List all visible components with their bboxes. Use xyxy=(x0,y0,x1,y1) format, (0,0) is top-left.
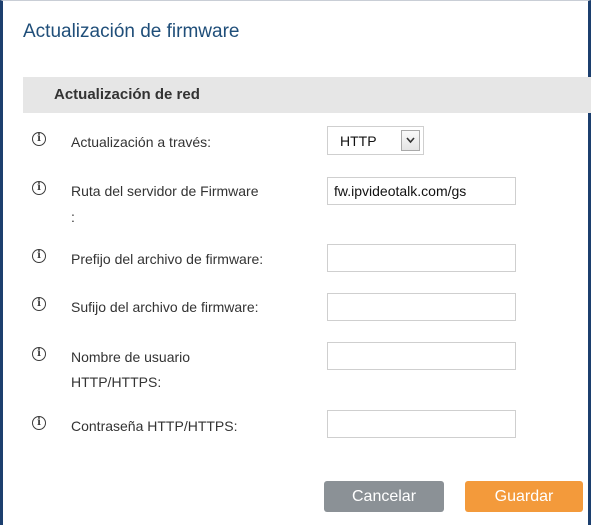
server-path-input[interactable] xyxy=(327,177,516,205)
http-password-label: Contraseña HTTP/HTTPS: xyxy=(71,418,238,434)
http-password-input[interactable] xyxy=(327,410,516,438)
upgrade-via-value: HTTP xyxy=(340,133,377,149)
section-title: Actualización de red xyxy=(54,86,200,103)
chevron-down-icon[interactable] xyxy=(401,130,420,151)
upgrade-via-label: Actualización a través: xyxy=(71,134,212,150)
cancel-button[interactable]: Cancelar xyxy=(324,481,444,512)
page-title: Actualización de firmware xyxy=(23,21,240,42)
http-username-label-line2: HTTP/HTTPS: xyxy=(71,374,162,390)
info-icon[interactable]: i xyxy=(32,347,46,361)
server-path-label-colon: : xyxy=(71,209,75,225)
firmware-panel: Actualización de firmware Actualización … xyxy=(0,0,591,525)
file-suffix-label: Sufijo del archivo de firmware: xyxy=(71,299,259,315)
file-prefix-label: Prefijo del archivo de firmware: xyxy=(71,251,264,267)
info-icon[interactable]: i xyxy=(32,297,46,311)
upgrade-via-select[interactable]: HTTP xyxy=(327,126,424,155)
http-username-input[interactable] xyxy=(327,342,516,370)
info-icon[interactable]: i xyxy=(32,249,46,263)
info-icon[interactable]: i xyxy=(32,181,46,195)
info-icon[interactable]: i xyxy=(32,416,46,430)
save-button[interactable]: Guardar xyxy=(465,481,583,512)
info-icon[interactable]: i xyxy=(32,132,46,146)
section-header: Actualización de red xyxy=(23,77,591,113)
server-path-label: Ruta del servidor de Firmware xyxy=(71,183,259,199)
file-suffix-input[interactable] xyxy=(327,293,516,321)
http-username-label: Nombre de usuario xyxy=(71,349,191,365)
file-prefix-input[interactable] xyxy=(327,244,516,272)
